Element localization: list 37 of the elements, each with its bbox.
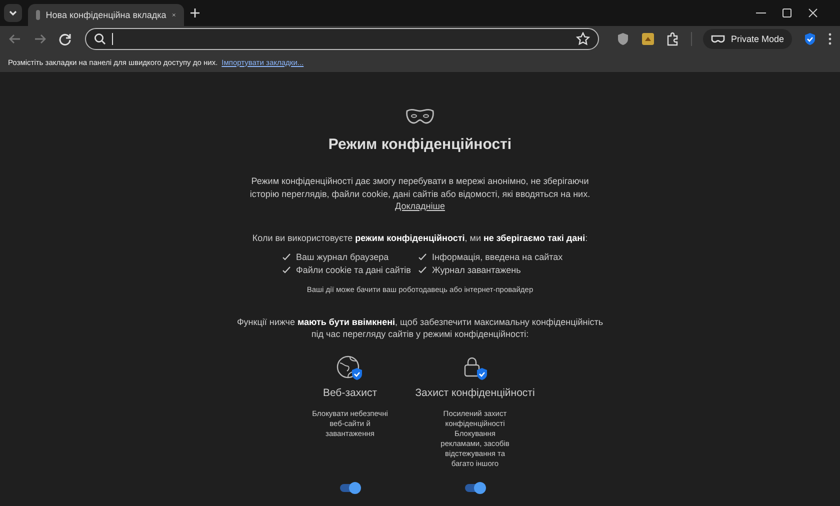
mask-icon	[710, 34, 725, 44]
feature-toggle[interactable]	[465, 484, 485, 492]
mask-icon	[405, 108, 435, 126]
new-tab-icon[interactable]	[190, 8, 200, 18]
not-saved-item: Інформація, введена на сайтах	[432, 252, 563, 262]
feature-title: Веб-захист	[322, 386, 378, 398]
shield-icon[interactable]	[616, 32, 630, 46]
back-icon[interactable]	[8, 32, 22, 46]
page-title: Режим конфіденційності	[328, 136, 512, 153]
forward-icon[interactable]	[33, 32, 47, 46]
tab-search-button[interactable]	[4, 4, 22, 22]
not-saved-item: Ваш журнал браузера	[296, 252, 389, 262]
close-window-icon[interactable]	[808, 8, 818, 18]
puzzle-icon[interactable]	[666, 32, 680, 46]
private-mode-button[interactable]: Private Mode	[702, 29, 792, 49]
not-saved-item: Файли cookie та дані сайтів	[296, 264, 411, 274]
maximize-icon[interactable]	[782, 8, 792, 18]
feature-title: Захист конфіденційності	[415, 386, 535, 398]
star-icon[interactable]	[576, 32, 590, 46]
not-saved-heading: Коли ви використовуєте режим конфіденційності, ми не зберігаємо такі дані:	[252, 232, 588, 242]
search-icon	[94, 33, 106, 45]
tab-title: Нова конфіденційна вкладка	[46, 10, 166, 20]
address-field[interactable]	[85, 28, 599, 50]
not-saved-item: Журнал завантажень	[432, 264, 521, 274]
shield-check-icon[interactable]	[803, 32, 817, 46]
menu-icon[interactable]	[828, 32, 832, 46]
globe-shield-icon	[336, 354, 364, 380]
text-cursor	[112, 33, 113, 45]
intro-text: Режим конфіденційності дає змогу перебувати в мережі анонімно, не зберігаючи історію переглядів, файли cookie, дані сайтів або відомості, які вводяться на них.	[250, 176, 590, 198]
features-heading: Функції нижче мають бути ввімкнені, щоб забезпечити максимальну конфіденційність під час перегляду сайтів у режимі конфіденційності:	[236, 316, 604, 340]
extension-icon[interactable]	[640, 32, 655, 46]
feature-toggle[interactable]	[340, 484, 360, 492]
chevron-down-icon	[8, 8, 18, 18]
browser-tab[interactable]: Нова конфіденційна вкладка	[28, 4, 184, 26]
learn-more-link[interactable]: Докладніше	[395, 201, 445, 211]
reload-icon[interactable]	[58, 32, 72, 46]
page-icon	[36, 10, 40, 20]
